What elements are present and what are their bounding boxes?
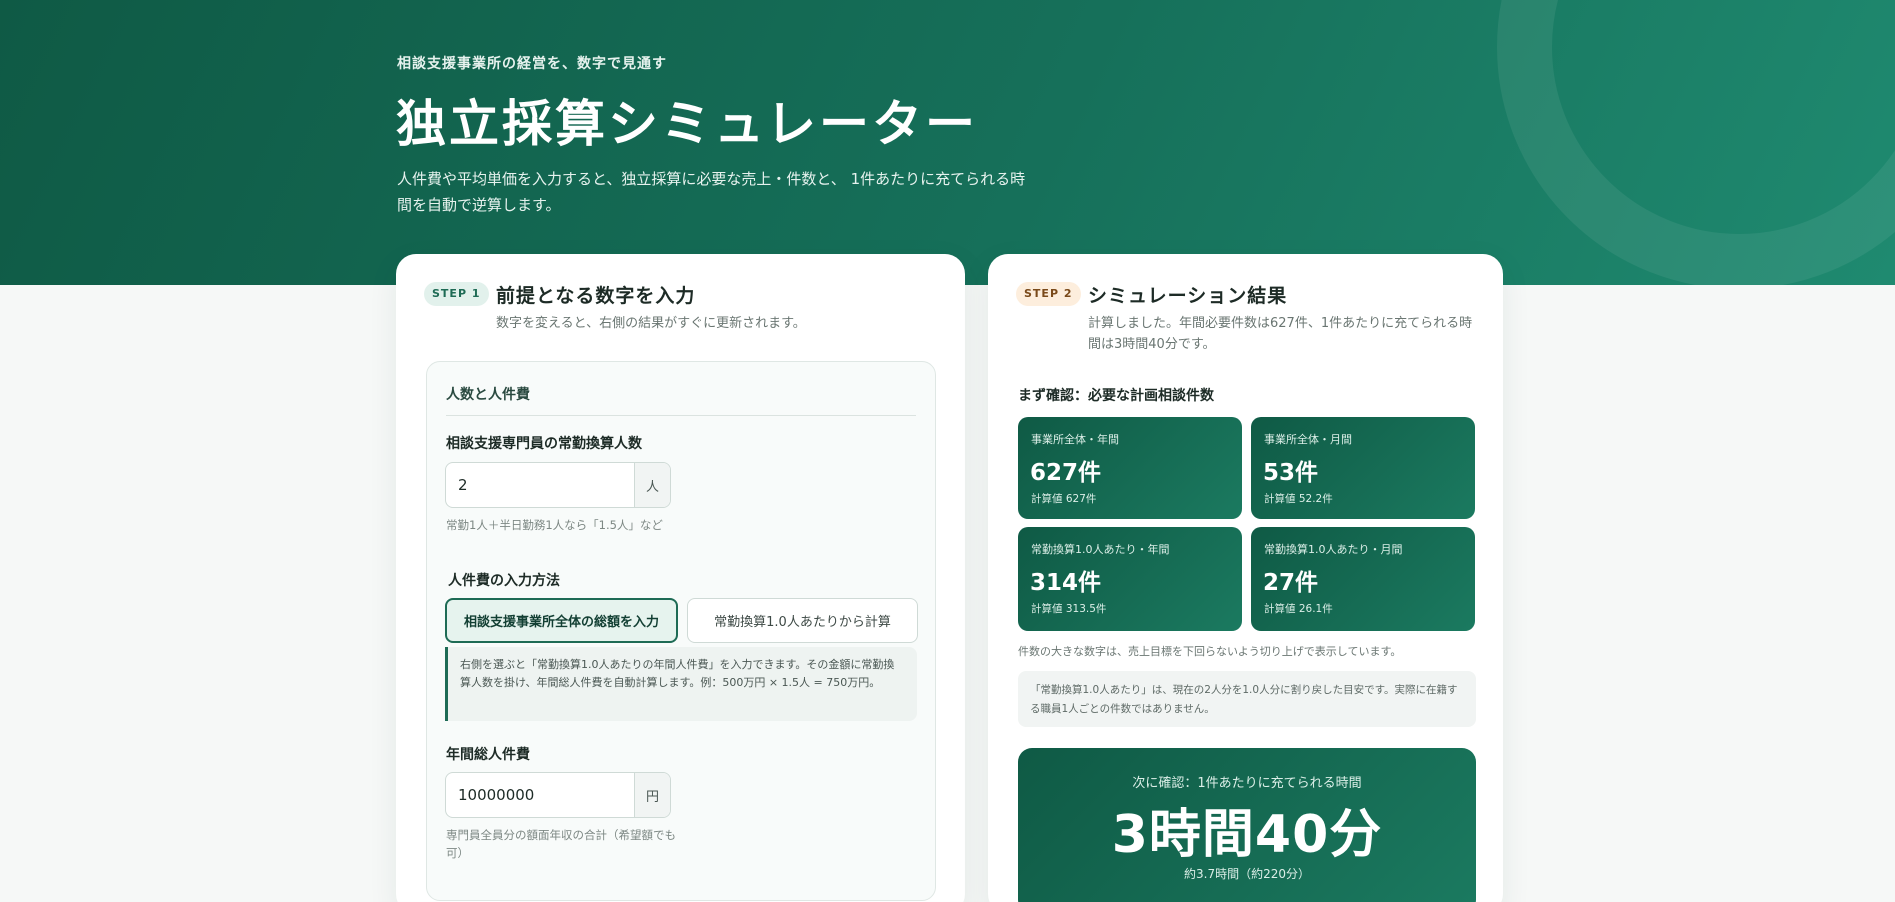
staff-count-input[interactable] <box>446 463 634 507</box>
step1-badge: STEP 1 <box>424 282 489 306</box>
hero-eyebrow: 相談支援事業所の経営を、数字で見通す <box>397 56 667 72</box>
metric-value: 314件 <box>1030 570 1102 596</box>
metric-fte-annual: 常勤換算1.0人あたり・年間 314件 計算値 313.5件 <box>1018 527 1242 631</box>
metric-label: 常勤換算1.0人あたり・年間 <box>1031 543 1170 556</box>
staff-count-hint: 常勤1人＋半日勤務1人なら「1.5人」など <box>446 518 663 532</box>
metric-label: 事業所全体・年間 <box>1031 433 1119 446</box>
time-value: 3時間40分 <box>1111 805 1383 865</box>
staff-count-label: 相談支援専門員の常勤換算人数 <box>446 436 642 452</box>
time-sub: 約3.7時間（約220分） <box>1184 867 1310 881</box>
staff-count-field: 人 <box>445 462 671 508</box>
metric-fte-monthly: 常勤換算1.0人あたり・月間 27件 計算値 26.1件 <box>1251 527 1475 631</box>
metric-label: 事業所全体・月間 <box>1264 433 1352 446</box>
payroll-method-label: 人件費の入力方法 <box>448 573 560 589</box>
rounding-note: 件数の大きな数字は、売上目標を下回らないよう切り上げで表示しています。 <box>1018 645 1402 658</box>
step2-title: シミュレーション結果 <box>1088 285 1288 307</box>
payroll-input[interactable] <box>446 773 634 817</box>
metric-value: 53件 <box>1263 460 1319 486</box>
hero-description: 人件費や平均単価を入力すると、独立採算に必要な売上・件数と、 1件あたりに充てら… <box>397 170 1026 214</box>
result-card: STEP 2 シミュレーション結果 計算しました。年間必要件数は627件、1件あ… <box>988 254 1503 902</box>
per-fte-note: 「常勤換算1.0人あたり」は、現在の2人分を1.0人分に割り戻した目安です。実際… <box>1018 671 1476 727</box>
metric-label: 常勤換算1.0人あたり・月間 <box>1264 543 1403 556</box>
section-heading: 人数と人件費 <box>446 387 530 403</box>
staff-unit: 人 <box>634 463 670 507</box>
time-label: 次に確認：1件あたりに充てられる時間 <box>1132 776 1362 791</box>
metric-sub: 計算値 52.2件 <box>1264 493 1333 505</box>
decorative-ring <box>1497 0 1895 285</box>
metric-office-monthly: 事業所全体・月間 53件 計算値 52.2件 <box>1251 417 1475 519</box>
hero-banner: 相談支援事業所の経営を、数字で見通す 独立採算シミュレーター 人件費や平均単価を… <box>0 0 1895 285</box>
payroll-field: 円 <box>445 772 671 818</box>
payroll-hint: 専門員全員分の額面年収の合計（希望額でも可） <box>446 828 676 860</box>
staff-payroll-section: 人数と人件費 相談支援専門員の常勤換算人数 人 常勤1人＋半日勤務1人なら「1.… <box>426 361 936 901</box>
section-divider <box>446 415 916 416</box>
step2-badge: STEP 2 <box>1016 282 1081 306</box>
payroll-label: 年間総人件費 <box>446 747 530 763</box>
metric-office-annual: 事業所全体・年間 627件 計算値 627件 <box>1018 417 1242 519</box>
method-per-fte-button[interactable]: 常勤換算1.0人あたりから計算 <box>687 598 918 643</box>
payroll-unit: 円 <box>634 773 670 817</box>
time-per-case-card: 次に確認：1件あたりに充てられる時間 3時間40分 約3.7時間（約220分） <box>1018 748 1476 902</box>
input-card: STEP 1 前提となる数字を入力 数字を変えると、右側の結果がすぐに更新されま… <box>396 254 965 902</box>
method-total-button[interactable]: 相談支援事業所全体の総額を入力 <box>445 598 678 643</box>
step1-title: 前提となる数字を入力 <box>496 285 696 307</box>
method-note: 右側を選ぶと「常勤換算1.0人あたりの年間人件費」を入力できます。その金額に常勤… <box>445 647 917 721</box>
page-title: 独立採算シミュレーター <box>396 95 978 153</box>
metric-value: 27件 <box>1263 570 1319 596</box>
step2-subtitle: 計算しました。年間必要件数は627件、1件あたりに充てられる時間は3時間40分で… <box>1088 316 1473 352</box>
metric-value: 627件 <box>1030 460 1102 486</box>
metric-sub: 計算値 313.5件 <box>1031 603 1107 615</box>
metric-sub: 計算値 627件 <box>1031 493 1097 505</box>
cases-heading: まず確認：必要な計画相談件数 <box>1018 388 1214 404</box>
metric-sub: 計算値 26.1件 <box>1264 603 1333 615</box>
step1-subtitle: 数字を変えると、右側の結果がすぐに更新されます。 <box>496 316 806 331</box>
